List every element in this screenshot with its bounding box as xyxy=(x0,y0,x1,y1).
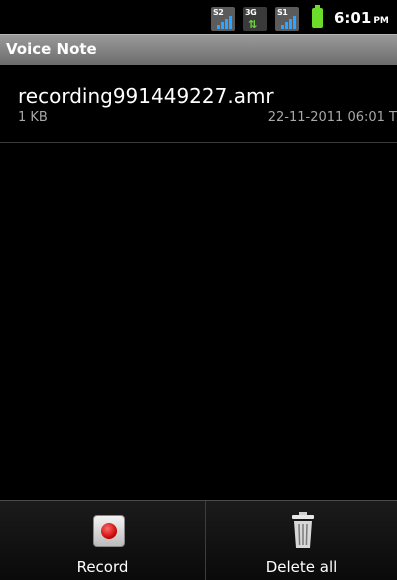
record-button[interactable]: Record xyxy=(0,501,205,580)
clock-ampm: PM xyxy=(373,16,389,26)
data-arrows-icon: ⇅ xyxy=(248,18,258,31)
delete-all-button-label: Delete all xyxy=(265,558,338,576)
clock-time: 6:01 xyxy=(334,9,372,27)
recording-date: 22-11-2011 06:01 T xyxy=(267,110,397,125)
sim2-label: 3G xyxy=(245,8,257,17)
status-clock: 6:01 PM xyxy=(334,9,389,27)
status-bar: S2 3G ⇅ S1 6:01 PM xyxy=(0,0,397,34)
recording-list-item[interactable]: recording991449227.amr 1 KB 22-11-2011 0… xyxy=(0,78,397,143)
bottom-action-bar: Record Delete all xyxy=(0,500,397,580)
record-button-label: Record xyxy=(76,558,129,576)
sim2-signal-icon: S1 xyxy=(275,7,299,31)
battery-icon xyxy=(312,5,323,28)
recording-size: 1 KB xyxy=(18,110,48,125)
app-title: Voice Note xyxy=(6,40,97,58)
sim1-signal-icon: S2 xyxy=(211,7,235,31)
app-title-bar: Voice Note xyxy=(0,34,397,65)
trash-icon xyxy=(292,512,314,548)
record-icon xyxy=(93,515,125,547)
recording-name: recording991449227.amr xyxy=(18,84,274,108)
delete-all-button[interactable]: Delete all xyxy=(206,501,397,580)
data-3g-icon: 3G ⇅ xyxy=(243,7,267,31)
